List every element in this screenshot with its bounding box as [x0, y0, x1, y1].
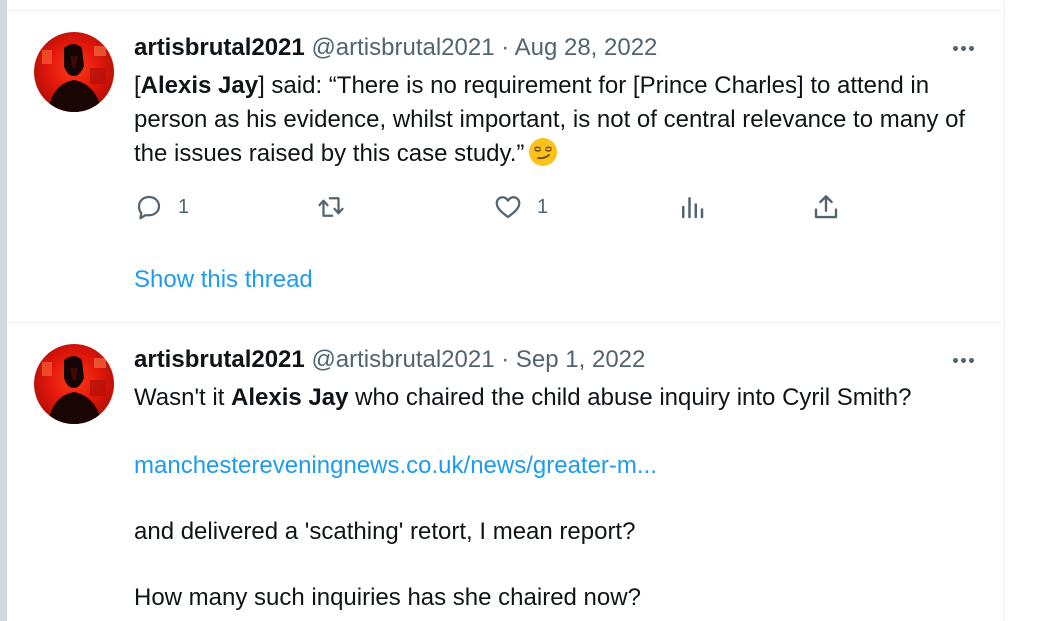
tweet-divider — [7, 322, 1004, 323]
views-button[interactable] — [677, 190, 707, 224]
tweet-actions: 1 1 — [134, 190, 854, 224]
show-thread-link[interactable]: Show this thread — [134, 266, 313, 294]
timeline-right-border — [1004, 0, 1005, 621]
external-link[interactable]: manchestereveningnews.co.uk/news/greater… — [134, 452, 657, 479]
tweet-text-line: and delivered a 'scathing' retort, I mea… — [134, 518, 636, 545]
like-button[interactable]: 1 — [493, 190, 548, 224]
text-segment: Wasn't it — [134, 384, 232, 411]
share-icon — [814, 195, 838, 219]
author-handle[interactable]: @artisbrutal2021 — [311, 346, 494, 373]
tweet-header: artisbrutal2021 @artisbrutal2021 · Aug 2… — [134, 34, 657, 62]
more-dot — [960, 357, 966, 363]
reply-icon — [137, 195, 161, 220]
author-name[interactable]: artisbrutal2021 — [134, 346, 305, 373]
like-count: 1 — [537, 195, 549, 218]
tweet-date[interactable]: Sep 1, 2022 — [516, 346, 645, 373]
author-name[interactable]: artisbrutal2021 — [134, 34, 305, 61]
more-options-button[interactable] — [948, 348, 978, 372]
smirking-face-emoji-icon — [528, 137, 558, 167]
reply-button[interactable]: 1 — [134, 190, 189, 224]
author-handle[interactable]: @artisbrutal2021 — [311, 34, 494, 61]
tweet-header: artisbrutal2021 @artisbrutal2021 · Sep 1… — [134, 346, 645, 374]
retweet-button[interactable] — [316, 190, 360, 224]
highlighted-term: Alexis Jay — [140, 72, 259, 99]
more-options-button[interactable] — [948, 36, 978, 60]
more-dot — [968, 357, 974, 363]
avatar-image — [42, 44, 106, 112]
avatar[interactable] — [34, 32, 114, 112]
more-dot — [960, 45, 966, 51]
timeline-left-border — [0, 0, 7, 621]
tweet-text-line: Wasn't it Alexis Jay who chaired the chi… — [134, 381, 994, 415]
text-segment: who chaired the child abuse inquiry into… — [348, 384, 912, 411]
tweet-divider — [7, 10, 1004, 11]
retweet-icon — [318, 197, 344, 217]
tweet-link-line: manchestereveningnews.co.uk/news/greater… — [134, 449, 994, 483]
tweet-date[interactable]: Aug 28, 2022 — [515, 34, 658, 61]
reply-count: 1 — [178, 195, 190, 218]
avatar[interactable] — [34, 344, 114, 424]
share-button[interactable] — [811, 190, 841, 224]
heart-icon — [495, 196, 521, 219]
separator-dot: · — [501, 346, 510, 373]
text-segment: [ — [134, 72, 141, 99]
separator-dot: · — [501, 34, 510, 61]
more-horizontal-icon — [952, 357, 958, 363]
views-icon — [682, 197, 704, 219]
tweet-text-line: How many such inquiries has she chaired … — [134, 584, 641, 611]
more-dot — [968, 45, 974, 51]
highlighted-term: Alexis Jay — [231, 384, 349, 411]
avatar-image — [42, 356, 106, 424]
tweet-text: [Alexis Jay] said: “There is no requirem… — [134, 69, 994, 171]
more-horizontal-icon — [952, 45, 958, 51]
